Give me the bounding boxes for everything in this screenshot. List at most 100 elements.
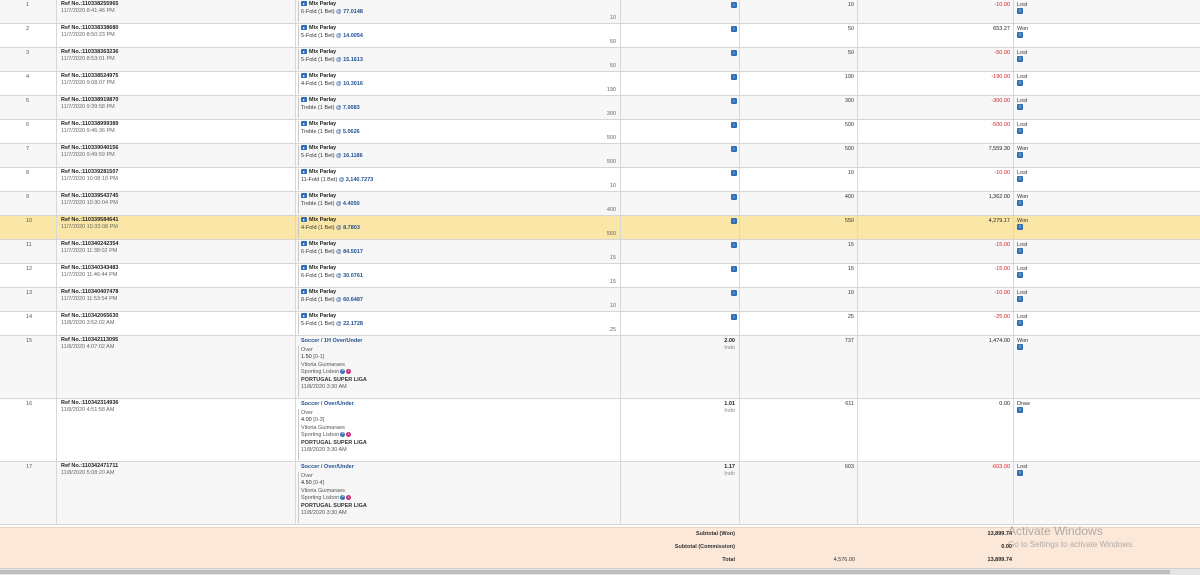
reference-cell: Ref No.:110340242354 11/7/2020 11:38:02 P…: [57, 240, 296, 263]
receipt-icon[interactable]: ≡: [1017, 80, 1023, 86]
arrow-right-icon[interactable]: ▸: [301, 97, 307, 103]
parlay-title[interactable]: Mix Parlay: [309, 1, 336, 7]
selection-cell: ▸ Mix Parlay 6-Fold (1 Bet) @ 30.0761 15: [296, 264, 621, 287]
receipt-icon[interactable]: ≡: [1017, 248, 1023, 254]
parlay-title[interactable]: Mix Parlay: [309, 313, 336, 319]
parlay-title[interactable]: Mix Parlay: [309, 241, 336, 247]
fold-type: 5-Fold (1 Bet): [301, 33, 335, 39]
arrow-right-icon[interactable]: ▸: [301, 1, 307, 7]
stake-cell: 10: [740, 168, 858, 191]
receipt-icon[interactable]: ≡: [1017, 470, 1023, 476]
bet-datetime: 11/7/2020 10:08:10 PM: [61, 176, 118, 182]
selection-bar: [298, 265, 299, 286]
arrow-right-icon[interactable]: ▸: [301, 265, 307, 271]
arrow-right-icon[interactable]: ▸: [301, 217, 307, 223]
receipt-icon[interactable]: ≡: [1017, 224, 1023, 230]
info-icon[interactable]: i: [731, 98, 737, 104]
arrow-right-icon[interactable]: ▸: [301, 193, 307, 199]
receipt-icon[interactable]: ≡: [1017, 128, 1023, 134]
row-number: 5: [26, 98, 30, 104]
ref-number: Ref No.:110342113095: [61, 337, 119, 343]
arrow-right-icon[interactable]: ▸: [301, 169, 307, 175]
info-icon[interactable]: i: [731, 146, 737, 152]
selection-stake: 300: [606, 111, 616, 117]
receipt-icon[interactable]: ≡: [1017, 320, 1023, 326]
info-icon[interactable]: i: [731, 122, 737, 128]
odds-cell: i: [621, 48, 740, 71]
arrow-right-icon[interactable]: ▸: [301, 49, 307, 55]
ref-number: Ref No.:110339040156: [61, 145, 119, 151]
selection-cell: ▸ Mix Parlay 5-Fold (1 Bet) @ 15.1613 50: [296, 48, 621, 71]
parlay-title[interactable]: Mix Parlay: [309, 193, 336, 199]
receipt-icon[interactable]: ≡: [1017, 296, 1023, 302]
selection-stake: 15: [609, 255, 616, 261]
odds-cell: i: [621, 120, 740, 143]
receipt-icon[interactable]: ≡: [1017, 152, 1023, 158]
selection-cell: Soccer / Over/Under Over 4.50 [0-4] Vitoria…: [296, 462, 621, 524]
table-row: 14 Ref No.:110342065630 11/8/2020 3:52:02 …: [0, 312, 1200, 336]
stake-value: 50: [847, 50, 854, 56]
parlay-title[interactable]: Mix Parlay: [309, 49, 336, 55]
info-icon[interactable]: i: [731, 314, 737, 320]
receipt-icon[interactable]: ≡: [1017, 407, 1023, 413]
bet-datetime: 11/7/2020 9:49:59 PM: [61, 152, 115, 158]
arrow-right-icon[interactable]: ▸: [301, 121, 307, 127]
parlay-title[interactable]: Mix Parlay: [309, 97, 336, 103]
parlay-title[interactable]: Mix Parlay: [309, 145, 336, 151]
parlay-odds: 60.6487: [343, 297, 363, 303]
info-icon[interactable]: i: [731, 74, 737, 80]
at-sign: @: [335, 129, 342, 135]
arrow-right-icon[interactable]: ▸: [301, 241, 307, 247]
selection-cell: ▸ Mix Parlay 4-Fold (1 Bet) @ 10.3016 190: [296, 72, 621, 95]
info-icon[interactable]: i: [731, 170, 737, 176]
fold-type: 4-Fold (1 Bet): [301, 81, 335, 87]
receipt-icon[interactable]: ≡: [1017, 56, 1023, 62]
receipt-icon[interactable]: ≡: [1017, 32, 1023, 38]
parlay-title[interactable]: Mix Parlay: [309, 25, 336, 31]
info-icon[interactable]: i: [731, 218, 737, 224]
arrow-right-icon[interactable]: ▸: [301, 25, 307, 31]
reference-cell: Ref No.:110338338680 11/7/2020 8:50:23 PM: [57, 24, 296, 47]
selection-stake: 190: [606, 87, 616, 93]
scrollbar-thumb[interactable]: [0, 570, 1170, 574]
arrow-right-icon[interactable]: ▸: [301, 289, 307, 295]
info-icon[interactable]: i: [731, 194, 737, 200]
bet-datetime: 11/7/2020 8:41:46 PM: [61, 8, 115, 14]
at-sign: @: [336, 9, 342, 15]
parlay-title[interactable]: Mix Parlay: [309, 265, 336, 271]
row-number-cell: 3: [0, 48, 57, 71]
parlay-title[interactable]: Mix Parlay: [309, 73, 336, 79]
parlay-title[interactable]: Mix Parlay: [309, 121, 336, 127]
info-icon[interactable]: i: [731, 266, 737, 272]
selection-cell: ▸ Mix Parlay 5-Fold (1 Bet) @ 14.0054 50: [296, 24, 621, 47]
stake-value: 500: [844, 146, 854, 152]
selection-title-line: ▸ Mix Parlay: [301, 73, 336, 79]
bet-datetime: 11/7/2020 11:53:54 PM: [61, 296, 118, 302]
at-sign: @: [336, 57, 342, 63]
parlay-title[interactable]: Mix Parlay: [309, 289, 336, 295]
winlost-cell: 653.27: [858, 24, 1014, 47]
selection-stake: 10: [609, 303, 616, 309]
receipt-icon[interactable]: ≡: [1017, 104, 1023, 110]
arrow-right-icon[interactable]: ▸: [301, 73, 307, 79]
info-icon[interactable]: i: [731, 26, 737, 32]
arrow-right-icon[interactable]: ▸: [301, 313, 307, 319]
winlost-cell: -10.00: [858, 0, 1014, 23]
fold-type: Treble (1 Bet): [301, 129, 335, 135]
receipt-icon[interactable]: ≡: [1017, 8, 1023, 14]
info-icon[interactable]: i: [731, 290, 737, 296]
info-icon[interactable]: i: [731, 242, 737, 248]
info-icon[interactable]: i: [731, 2, 737, 8]
receipt-icon[interactable]: ≡: [1017, 176, 1023, 182]
receipt-icon[interactable]: ≡: [1017, 344, 1023, 350]
receipt-icon[interactable]: ≡: [1017, 272, 1023, 278]
away-team: Sporting Lisbon: [301, 495, 340, 501]
receipt-icon[interactable]: ≡: [1017, 200, 1023, 206]
parlay-title[interactable]: Mix Parlay: [309, 217, 336, 223]
parlay-title[interactable]: Mix Parlay: [309, 169, 336, 175]
selection-title-line: ▸ Mix Parlay: [301, 49, 336, 55]
arrow-right-icon[interactable]: ▸: [301, 145, 307, 151]
winlost-cell: 4,279.17: [858, 216, 1014, 239]
winlost-value: -603.00: [991, 464, 1010, 470]
info-icon[interactable]: i: [731, 50, 737, 56]
